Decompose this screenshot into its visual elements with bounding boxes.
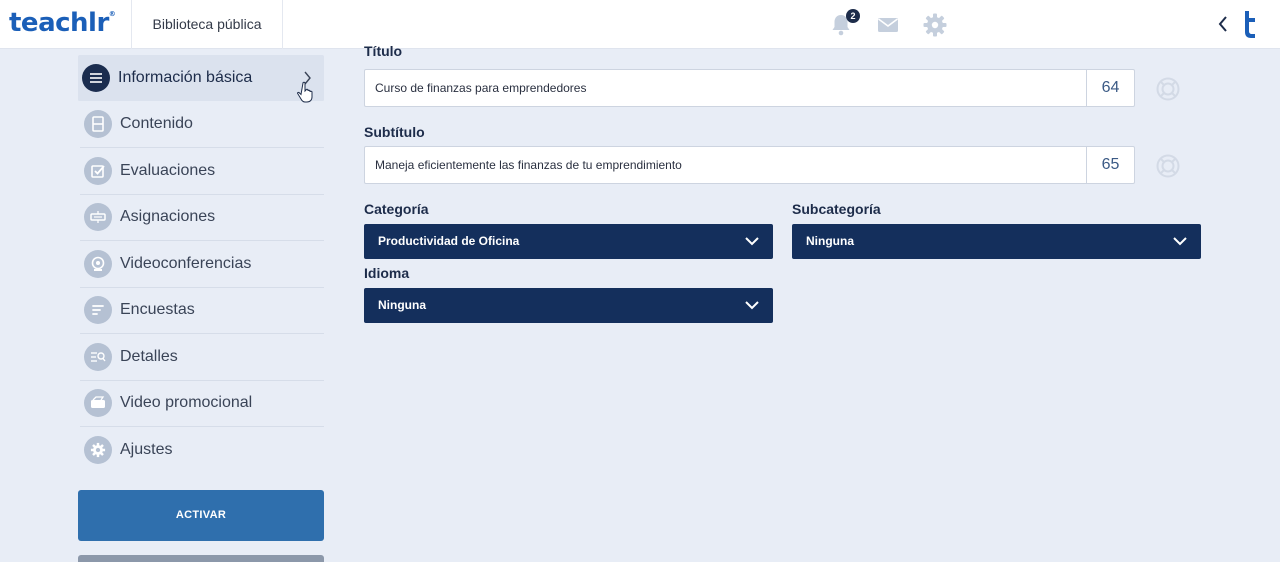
gear-icon bbox=[84, 436, 112, 465]
sidebar-item-label: Evaluaciones bbox=[120, 161, 216, 179]
title-label: Título bbox=[364, 43, 403, 59]
category-select[interactable]: Productividad de Oficina bbox=[364, 224, 773, 259]
sidebar-item-label: Encuestas bbox=[120, 301, 195, 319]
video-card-icon bbox=[84, 389, 112, 418]
subtitle-input-value[interactable]: Maneja eficientemente las finanzas de tu… bbox=[375, 147, 682, 184]
category-value: Productividad de Oficina bbox=[378, 234, 520, 248]
globe-icon[interactable] bbox=[1155, 76, 1181, 102]
sidebar-item-detalles[interactable]: Detalles bbox=[80, 334, 324, 381]
chevron-down-icon bbox=[745, 237, 759, 246]
globe-icon[interactable] bbox=[1155, 153, 1181, 179]
top-bar: teachlr® Biblioteca pública 2 bbox=[0, 0, 1280, 49]
assignment-icon bbox=[84, 203, 112, 232]
gear-icon[interactable] bbox=[922, 12, 948, 38]
subcategory-select[interactable]: Ninguna bbox=[792, 224, 1201, 259]
lines-icon bbox=[82, 63, 110, 92]
mail-icon[interactable] bbox=[875, 12, 901, 38]
sidebar-item-asignaciones[interactable]: Asignaciones bbox=[80, 195, 324, 241]
sidebar-item-label: Videoconferencias bbox=[120, 254, 252, 272]
teachlr-t-icon[interactable] bbox=[1240, 9, 1258, 39]
language-value: Ninguna bbox=[378, 298, 426, 312]
subcategory-label: Subcategoría bbox=[792, 201, 881, 217]
sidebar-item-label: Contenido bbox=[120, 115, 193, 133]
library-link[interactable]: Biblioteca pública bbox=[132, 0, 283, 49]
details-icon bbox=[84, 342, 112, 371]
language-label: Idioma bbox=[364, 265, 410, 281]
checkbox-icon bbox=[84, 156, 112, 185]
chevron-left-icon[interactable] bbox=[1216, 13, 1230, 35]
subtitle-field[interactable]: Maneja eficientemente las finanzas de tu… bbox=[364, 146, 1135, 184]
sidebar-item-label: Detalles bbox=[120, 347, 178, 365]
title-char-count: 64 bbox=[1086, 70, 1134, 106]
hand-cursor-icon bbox=[297, 81, 313, 103]
sidebar-item-informacion-basica[interactable]: Información básica bbox=[78, 55, 324, 103]
sidebar-item-label: Información básica bbox=[118, 68, 253, 86]
notification-badge: 2 bbox=[846, 9, 860, 23]
subcategory-value: Ninguna bbox=[806, 234, 854, 248]
sidebar-item-encuestas[interactable]: Encuestas bbox=[80, 288, 324, 334]
survey-icon bbox=[84, 296, 112, 325]
teachlr-logo[interactable]: teachlr® bbox=[9, 8, 116, 38]
subtitle-char-count: 65 bbox=[1086, 147, 1134, 183]
chevron-down-icon bbox=[1173, 237, 1187, 246]
sidebar-item-ajustes[interactable]: Ajustes bbox=[80, 427, 324, 474]
sidebar-item-video-promocional[interactable]: Video promocional bbox=[80, 381, 324, 427]
subtitle-label: Subtítulo bbox=[364, 124, 425, 140]
film-icon bbox=[84, 110, 112, 139]
category-label: Categoría bbox=[364, 201, 429, 217]
title-input-value[interactable]: Curso de finanzas para emprendedores bbox=[375, 70, 586, 107]
activate-button[interactable]: ACTIVAR bbox=[78, 490, 324, 541]
sidebar: Información básica Contenido Evaluacione… bbox=[78, 55, 324, 474]
language-select[interactable]: Ninguna bbox=[364, 288, 773, 323]
chevron-down-icon bbox=[745, 301, 759, 310]
webcam-icon bbox=[84, 249, 112, 278]
sidebar-item-label: Video promocional bbox=[120, 394, 253, 412]
sidebar-item-evaluaciones[interactable]: Evaluaciones bbox=[80, 148, 324, 195]
sidebar-item-contenido[interactable]: Contenido bbox=[80, 102, 324, 148]
title-field[interactable]: Curso de finanzas para emprendedores 64 bbox=[364, 69, 1135, 107]
secondary-button[interactable] bbox=[78, 555, 324, 562]
sidebar-item-label: Ajustes bbox=[120, 441, 173, 459]
sidebar-item-label: Asignaciones bbox=[120, 208, 216, 226]
sidebar-item-videoconferencias[interactable]: Videoconferencias bbox=[80, 241, 324, 288]
